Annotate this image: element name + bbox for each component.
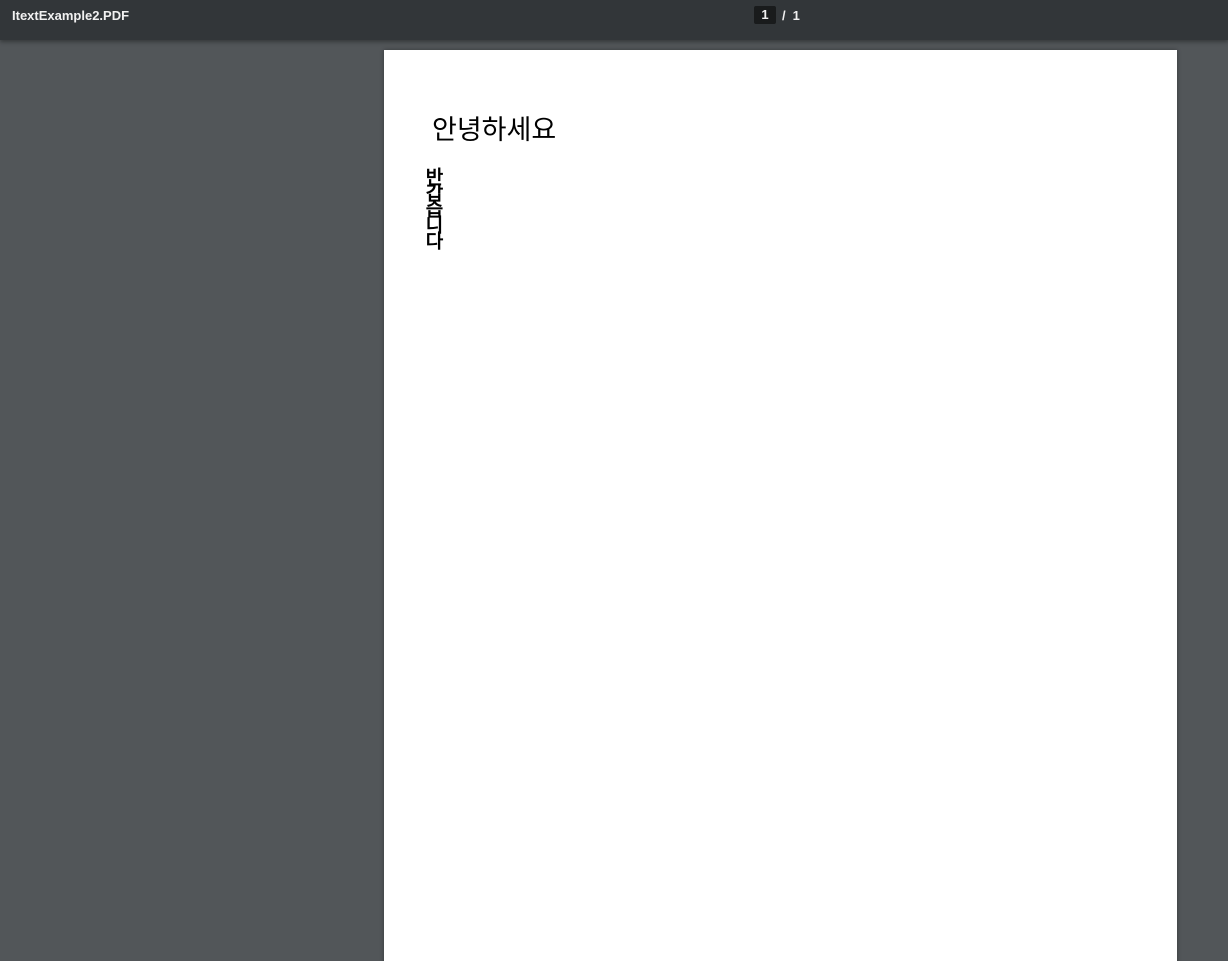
vertical-scrollbar[interactable] <box>1213 40 1228 961</box>
current-page-input[interactable]: 1 <box>754 6 776 24</box>
document-viewer[interactable]: 안녕하세요 반갑습니다 <box>0 40 1228 961</box>
vertical-greeting-text: 반갑습니다 <box>422 167 444 247</box>
pdf-page: 안녕하세요 반갑습니다 <box>384 50 1177 961</box>
document-title: ItextExample2.PDF <box>12 8 130 23</box>
total-pages: 1 <box>792 7 800 23</box>
page-separator: / <box>782 7 786 23</box>
pdf-toolbar: ItextExample2.PDF 1 / 1 <box>0 0 1228 40</box>
page-indicator: 1 / 1 <box>754 6 800 24</box>
greeting-text: 안녕하세요 <box>432 115 557 146</box>
